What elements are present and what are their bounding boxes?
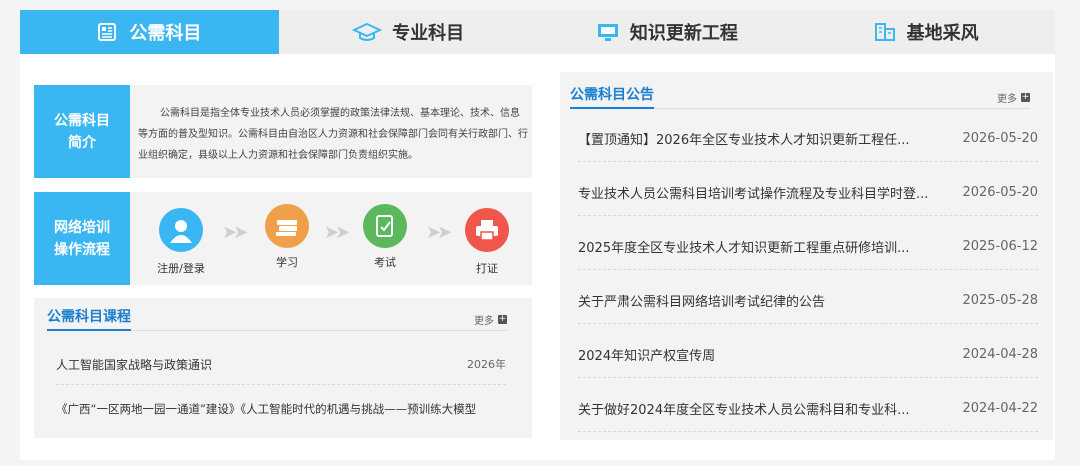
tab-label: 专业科目 xyxy=(392,23,465,44)
list-item[interactable]: 人工智能国家战略与政策通识 2026年 xyxy=(56,344,506,385)
intro-text: 公需科目是指全体专业技术人员必须掌握的政策法律法规、基本理论、技术、信息等方面的… xyxy=(138,108,528,161)
tab-bar: 公需科目 专业科目 知识更新工程 基地采风 xyxy=(20,10,1055,54)
list-item[interactable]: 《广西“一区两地一园一通道”建设》《人工智能时代的机遇与挑战——预训练大模型 xyxy=(56,390,506,428)
notices-title: 公需科目公告 xyxy=(570,84,654,109)
notice-row[interactable]: 专业技术人员公需科目培训考试操作流程及专业科目学时登... 2026-05-20 xyxy=(578,170,1038,216)
flow-step-register[interactable]: 注册/登录 xyxy=(146,208,216,276)
building-icon xyxy=(874,23,895,41)
graduation-cap-icon xyxy=(352,22,383,41)
courses-header: 公需科目课程 更多 + xyxy=(47,306,507,331)
notices-header: 公需科目公告 更多 + xyxy=(570,84,1030,109)
flow-label: 网络培训 操作流程 xyxy=(34,192,130,285)
tab-label: 基地采风 xyxy=(906,23,979,44)
monitor-icon xyxy=(597,24,618,41)
flow-arrow: ➤➤ xyxy=(324,222,350,243)
newspaper-icon xyxy=(98,23,117,41)
courses-more-link[interactable]: 更多 + xyxy=(474,312,507,327)
tab-base-visit[interactable]: 基地采风 xyxy=(796,10,1055,54)
flow-panel: 网络培训 操作流程 注册/登录 ➤➤ 学习 ➤➤ 考试 ➤➤ 打证 xyxy=(34,192,532,285)
printer-icon xyxy=(476,220,498,241)
flow-step-study[interactable]: 学习 xyxy=(252,204,322,270)
flow-arrow: ➤➤ xyxy=(426,222,452,243)
notice-row[interactable]: 2024年知识产权宣传周 2024-04-28 xyxy=(578,332,1038,378)
notice-row[interactable]: 关于做好2024年度全区专业技术人员公需科目和专业科... 2024-04-22 xyxy=(578,386,1038,432)
plus-icon: + xyxy=(1021,92,1030,102)
tab-public-subjects[interactable]: 公需科目 xyxy=(20,10,279,54)
tab-label: 公需科目 xyxy=(129,23,202,44)
flow-step-exam[interactable]: 考试 xyxy=(350,204,420,270)
notice-row[interactable]: 【置顶通知】2026年全区专业技术人才知识更新工程任... 2026-05-20 xyxy=(578,116,1038,162)
tab-professional-subjects[interactable]: 专业科目 xyxy=(279,10,538,54)
notice-row[interactable]: 关于严肃公需科目网络培训考试纪律的公告 2025-05-28 xyxy=(578,278,1038,324)
exam-icon xyxy=(376,215,393,237)
tab-label: 知识更新工程 xyxy=(629,23,738,44)
notices-more-link[interactable]: 更多 + xyxy=(997,90,1030,105)
notices-panel: 公需科目公告 更多 + 【置顶通知】2026年全区专业技术人才知识更新工程任..… xyxy=(560,72,1053,440)
books-icon xyxy=(276,220,297,236)
content-wrapper: 公需科目 专业科目 知识更新工程 基地采风 公需科目 简介 公需科目是指全体专业技… xyxy=(20,10,1055,460)
user-icon xyxy=(170,220,192,243)
courses-title: 公需科目课程 xyxy=(47,306,131,331)
flow-arrow: ➤➤ xyxy=(222,222,248,243)
notice-row[interactable]: 2025年度全区专业技术人才知识更新工程重点研修培训... 2025-06-12 xyxy=(578,224,1038,270)
flow-step-print[interactable]: 打证 xyxy=(452,208,522,276)
intro-label: 公需科目 简介 xyxy=(34,85,130,178)
courses-panel: 公需科目课程 更多 + 人工智能国家战略与政策通识 2026年 《广西“一区两地… xyxy=(34,298,532,438)
intro-panel: 公需科目 简介 公需科目是指全体专业技术人员必须掌握的政策法律法规、基本理论、技术… xyxy=(34,85,532,178)
tab-knowledge-update[interactable]: 知识更新工程 xyxy=(538,10,797,54)
plus-icon: + xyxy=(498,314,507,324)
